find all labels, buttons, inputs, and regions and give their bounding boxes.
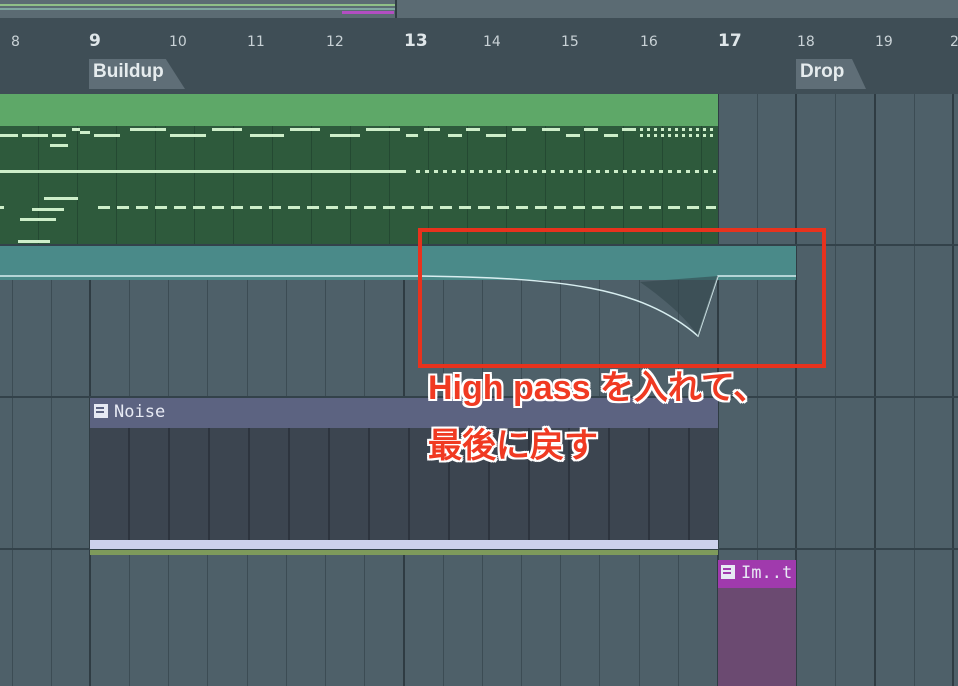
marker-drop[interactable]: Drop (796, 59, 866, 89)
bar-number: 10 (169, 34, 187, 50)
marker-buildup[interactable]: Buildup (89, 59, 185, 89)
bar-number: 12 (326, 34, 344, 50)
bar-number: 18 (797, 34, 815, 50)
bar-number: 13 (404, 31, 428, 51)
audio-clip-impact-header[interactable]: Im..t (718, 560, 796, 588)
noise-waveform (90, 540, 718, 549)
clip-label-noise: Noise (114, 402, 166, 422)
annotation-text-line2: 最後に戻す (428, 427, 598, 465)
audio-clip-icon (94, 404, 108, 418)
noise-waveform-secondary (90, 550, 718, 555)
clip-label-im: Im..t (741, 563, 793, 583)
audio-clip-icon (721, 565, 735, 579)
bar-number: 17 (718, 31, 742, 51)
bar-number: 19 (875, 34, 893, 50)
bar-number: 8 (11, 34, 20, 50)
annotation-highlight-box (418, 228, 826, 368)
annotation-text-line1: High pass を入れて、 (428, 369, 768, 407)
bar-number: 14 (483, 34, 501, 50)
bar-number: 9 (89, 31, 101, 51)
top-overview-strip[interactable] (0, 0, 958, 18)
bar-number: 11 (247, 34, 265, 50)
timeline-ruler[interactable]: 8 9 10 11 12 13 14 15 16 17 18 19 2 Buil… (0, 18, 958, 95)
pattern-clip-header[interactable] (0, 94, 718, 126)
bar-number: 15 (561, 34, 579, 50)
bar-number: 16 (640, 34, 658, 50)
bar-number: 2 (950, 34, 958, 50)
